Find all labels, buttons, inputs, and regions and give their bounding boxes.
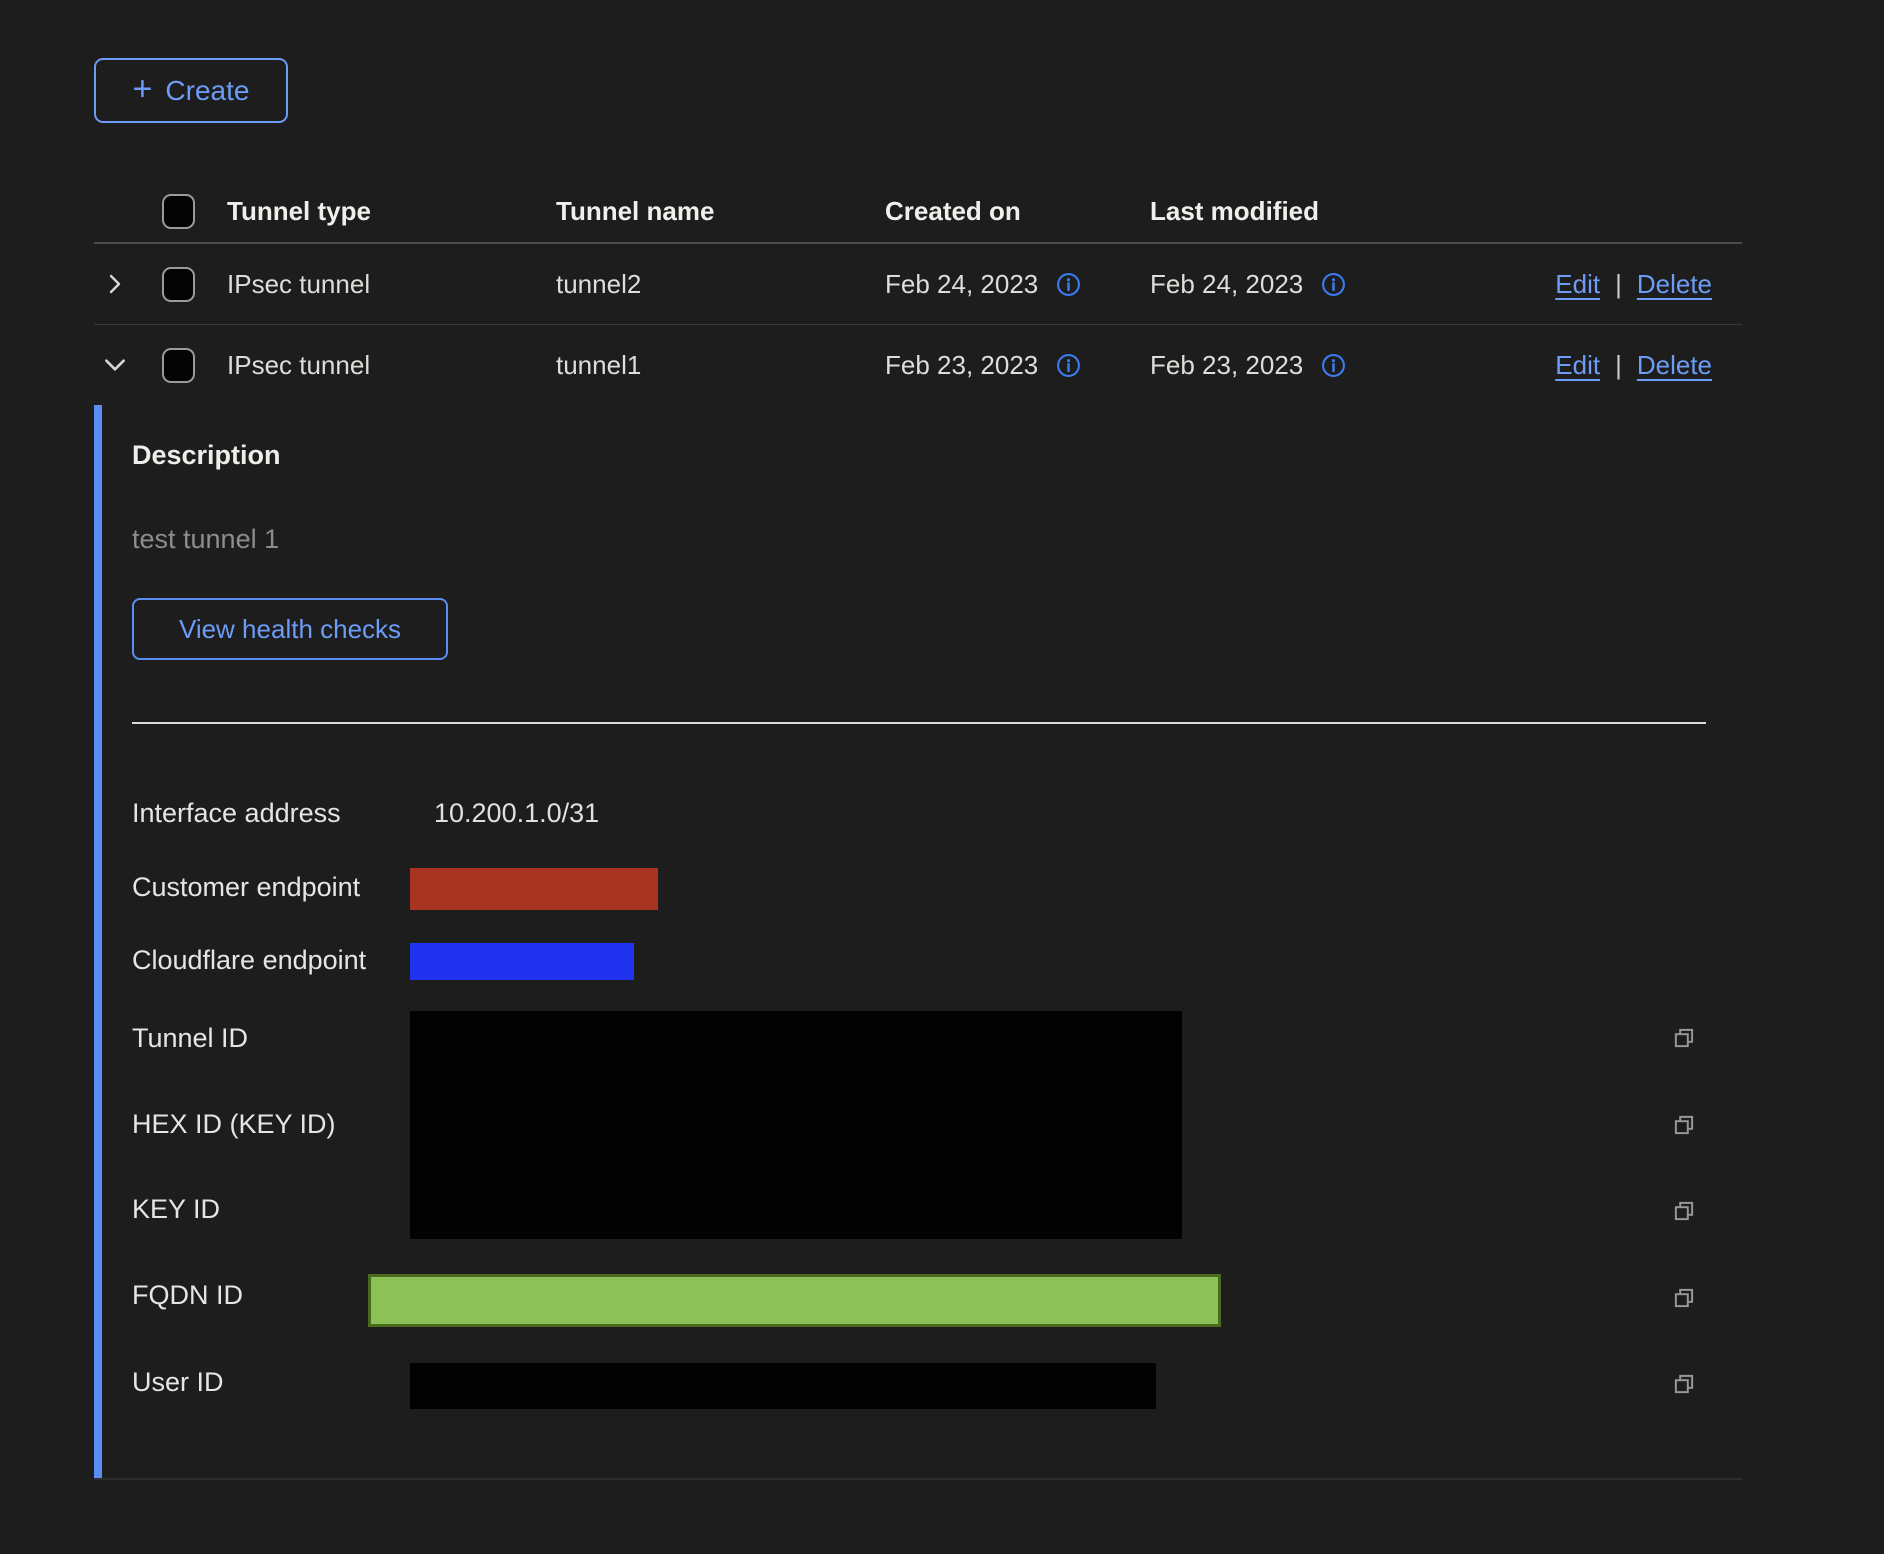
tunnel-type-cell: IPsec tunnel xyxy=(227,269,556,300)
copy-icon[interactable] xyxy=(1671,1371,1697,1397)
info-icon[interactable] xyxy=(1056,353,1081,378)
customer-endpoint-redaction xyxy=(410,868,658,910)
user-id-redaction xyxy=(410,1363,1156,1409)
created-on-date: Feb 23, 2023 xyxy=(885,350,1038,381)
hex-id-label: HEX ID (KEY ID) xyxy=(132,1109,336,1140)
ids-redaction-block xyxy=(410,1011,1182,1239)
expander-cell xyxy=(94,267,140,301)
chevron-down-icon[interactable] xyxy=(98,348,132,382)
header-tunnel-type: Tunnel type xyxy=(227,196,556,227)
last-modified-date: Feb 23, 2023 xyxy=(1150,350,1303,381)
row-actions-cell: Edit | Delete xyxy=(1540,350,1742,381)
copy-icon[interactable] xyxy=(1671,1025,1697,1051)
info-icon[interactable] xyxy=(1321,353,1346,378)
plus-icon: + xyxy=(133,72,153,106)
select-all-checkbox[interactable] xyxy=(162,194,195,229)
created-on-date: Feb 24, 2023 xyxy=(885,269,1038,300)
create-button[interactable]: + Create xyxy=(94,58,288,123)
chevron-right-icon[interactable] xyxy=(98,267,132,301)
user-id-label: User ID xyxy=(132,1367,224,1398)
fqdn-id-redaction xyxy=(368,1274,1221,1327)
customer-endpoint-label: Customer endpoint xyxy=(132,872,360,903)
table-header-row: Tunnel type Tunnel name Created on Last … xyxy=(94,180,1742,244)
last-modified-date: Feb 24, 2023 xyxy=(1150,269,1303,300)
tunnel-detail-panel: Description test tunnel 1 View health ch… xyxy=(94,402,1742,1480)
delete-link[interactable]: Delete xyxy=(1637,350,1712,381)
last-modified-cell: Feb 23, 2023 xyxy=(1150,350,1540,381)
header-created-on: Created on xyxy=(885,196,1150,227)
copy-icon[interactable] xyxy=(1671,1112,1697,1138)
created-on-cell: Feb 24, 2023 xyxy=(885,269,1150,300)
edit-link[interactable]: Edit xyxy=(1555,350,1600,381)
expander-cell xyxy=(94,348,140,382)
info-icon[interactable] xyxy=(1321,272,1346,297)
table-row: IPsec tunnel tunnel1 Feb 23, 2023 Feb 23… xyxy=(94,325,1742,405)
tunnel-name-cell: tunnel2 xyxy=(556,269,885,300)
tunnel-type-cell: IPsec tunnel xyxy=(227,350,556,381)
interface-address-label: Interface address xyxy=(132,798,341,829)
fqdn-id-label: FQDN ID xyxy=(132,1280,243,1311)
description-label: Description xyxy=(132,440,281,471)
create-button-label: Create xyxy=(165,75,249,107)
tunnels-table: Tunnel type Tunnel name Created on Last … xyxy=(94,180,1742,405)
panel-divider xyxy=(132,722,1706,724)
created-on-cell: Feb 23, 2023 xyxy=(885,350,1150,381)
actions-separator: | xyxy=(1615,350,1622,381)
description-value: test tunnel 1 xyxy=(132,524,279,555)
header-last-modified: Last modified xyxy=(1150,196,1540,227)
row-checkbox[interactable] xyxy=(162,348,195,383)
row-checkbox-cell xyxy=(140,348,227,383)
copy-icon[interactable] xyxy=(1671,1198,1697,1224)
table-row: IPsec tunnel tunnel2 Feb 24, 2023 Feb 24… xyxy=(94,244,1742,325)
row-actions-cell: Edit | Delete xyxy=(1540,269,1742,300)
tunnel-name-cell: tunnel1 xyxy=(556,350,885,381)
view-health-checks-button[interactable]: View health checks xyxy=(132,598,448,660)
cloudflare-endpoint-label: Cloudflare endpoint xyxy=(132,945,366,976)
actions-separator: | xyxy=(1615,269,1622,300)
panel-accent-bar xyxy=(94,405,102,1478)
row-checkbox-cell xyxy=(140,267,227,302)
header-checkbox-cell xyxy=(140,194,227,229)
edit-link[interactable]: Edit xyxy=(1555,269,1600,300)
copy-icon[interactable] xyxy=(1671,1285,1697,1311)
row-checkbox[interactable] xyxy=(162,267,195,302)
ipsec-tunnels-page: + Create Tunnel type Tunnel name Created… xyxy=(0,0,1884,1554)
interface-address-value: 10.200.1.0/31 xyxy=(434,798,599,829)
last-modified-cell: Feb 24, 2023 xyxy=(1150,269,1540,300)
header-tunnel-name: Tunnel name xyxy=(556,196,885,227)
delete-link[interactable]: Delete xyxy=(1637,269,1712,300)
cloudflare-endpoint-redaction xyxy=(410,943,634,980)
info-icon[interactable] xyxy=(1056,272,1081,297)
key-id-label: KEY ID xyxy=(132,1194,220,1225)
tunnel-id-label: Tunnel ID xyxy=(132,1023,248,1054)
